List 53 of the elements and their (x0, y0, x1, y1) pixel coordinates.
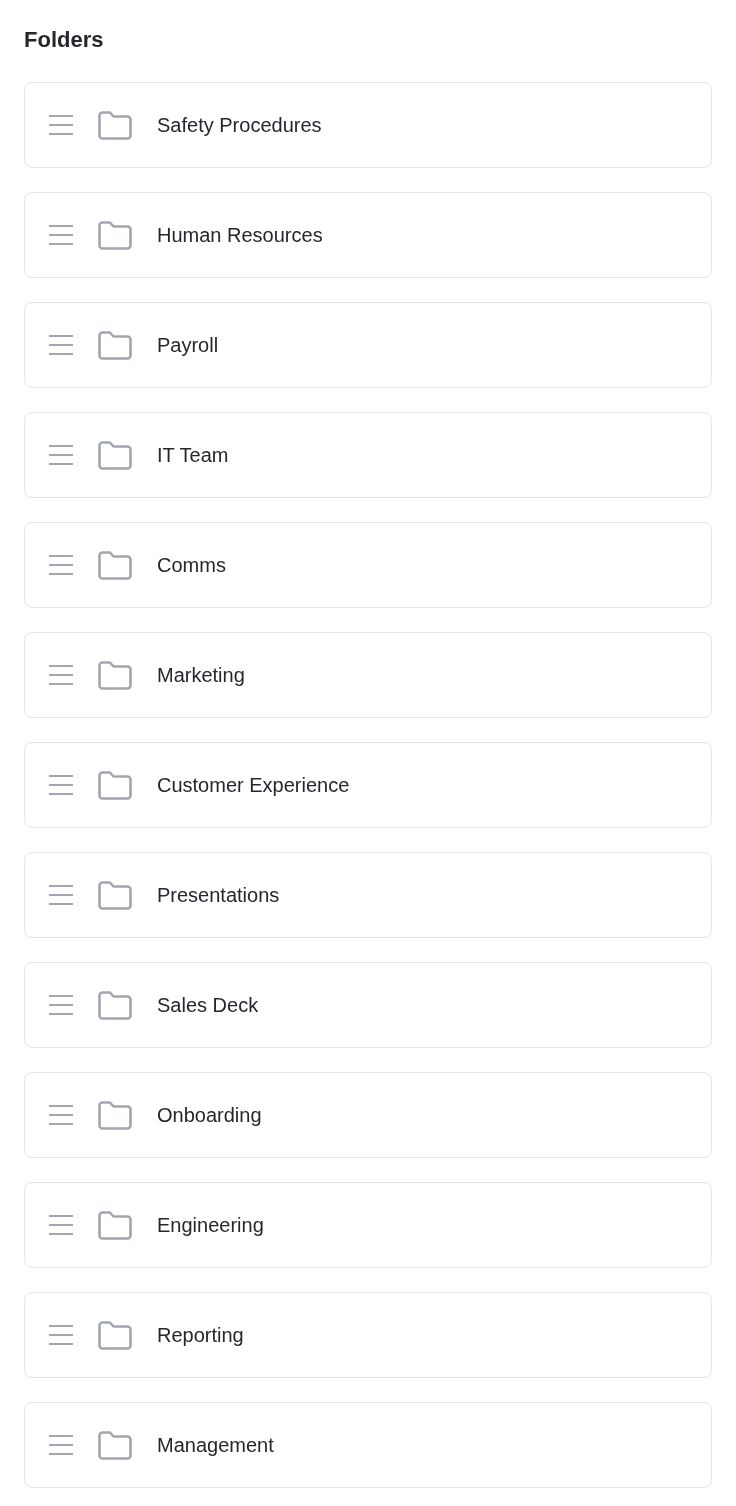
folder-icon (98, 880, 132, 910)
section-title: Folders (24, 26, 105, 54)
drag-handle-icon[interactable] (49, 1325, 73, 1345)
folder-icon (98, 220, 132, 250)
folder-icon (98, 1210, 132, 1240)
folder-name: Marketing (157, 663, 245, 688)
folder-name: Customer Experience (157, 773, 350, 798)
folder-card[interactable]: Sales Deck (24, 962, 712, 1048)
folder-card[interactable]: Payroll (24, 302, 712, 388)
drag-handle-icon[interactable] (49, 335, 73, 355)
folder-name: Human Resources (157, 223, 323, 248)
folder-card[interactable]: Engineering (24, 1182, 712, 1268)
drag-handle-icon[interactable] (49, 885, 73, 905)
drag-handle-icon[interactable] (49, 225, 73, 245)
folder-icon (98, 770, 132, 800)
folder-card[interactable]: Marketing (24, 632, 712, 718)
drag-handle-icon[interactable] (49, 995, 73, 1015)
folder-name: Reporting (157, 1323, 244, 1348)
drag-handle-icon[interactable] (49, 1435, 73, 1455)
folder-name: Onboarding (157, 1103, 262, 1128)
drag-handle-icon[interactable] (49, 775, 73, 795)
drag-handle-icon[interactable] (49, 665, 73, 685)
drag-handle-icon[interactable] (49, 115, 73, 135)
folder-card[interactable]: Reporting (24, 1292, 712, 1378)
folder-name: Payroll (157, 333, 219, 358)
folder-name: Presentations (157, 883, 280, 908)
drag-handle-icon[interactable] (49, 445, 73, 465)
folder-card[interactable]: IT Team (24, 412, 712, 498)
folder-card[interactable]: Comms (24, 522, 712, 608)
folder-card[interactable]: Safety Procedures (24, 82, 712, 168)
folder-name: IT Team (157, 443, 229, 468)
folder-name: Engineering (157, 1213, 264, 1238)
folder-card[interactable]: Customer Experience (24, 742, 712, 828)
drag-handle-icon[interactable] (49, 1105, 73, 1125)
folder-icon (98, 330, 132, 360)
folder-card[interactable]: Management (24, 1402, 712, 1488)
folder-icon (98, 440, 132, 470)
folder-card[interactable]: Human Resources (24, 192, 712, 278)
folder-icon (98, 1430, 132, 1460)
folder-name: Management (157, 1433, 274, 1458)
folder-card[interactable]: Presentations (24, 852, 712, 938)
folder-name: Sales Deck (157, 993, 259, 1018)
drag-handle-icon[interactable] (49, 1215, 73, 1235)
folder-icon (98, 550, 132, 580)
folder-name: Comms (157, 553, 226, 578)
folder-card[interactable]: Onboarding (24, 1072, 712, 1158)
drag-handle-icon[interactable] (49, 555, 73, 575)
folder-icon (98, 1100, 132, 1130)
folder-icon (98, 110, 132, 140)
folder-icon (98, 660, 132, 690)
folder-icon (98, 990, 132, 1020)
folder-name: Safety Procedures (157, 113, 322, 138)
folder-icon (98, 1320, 132, 1350)
